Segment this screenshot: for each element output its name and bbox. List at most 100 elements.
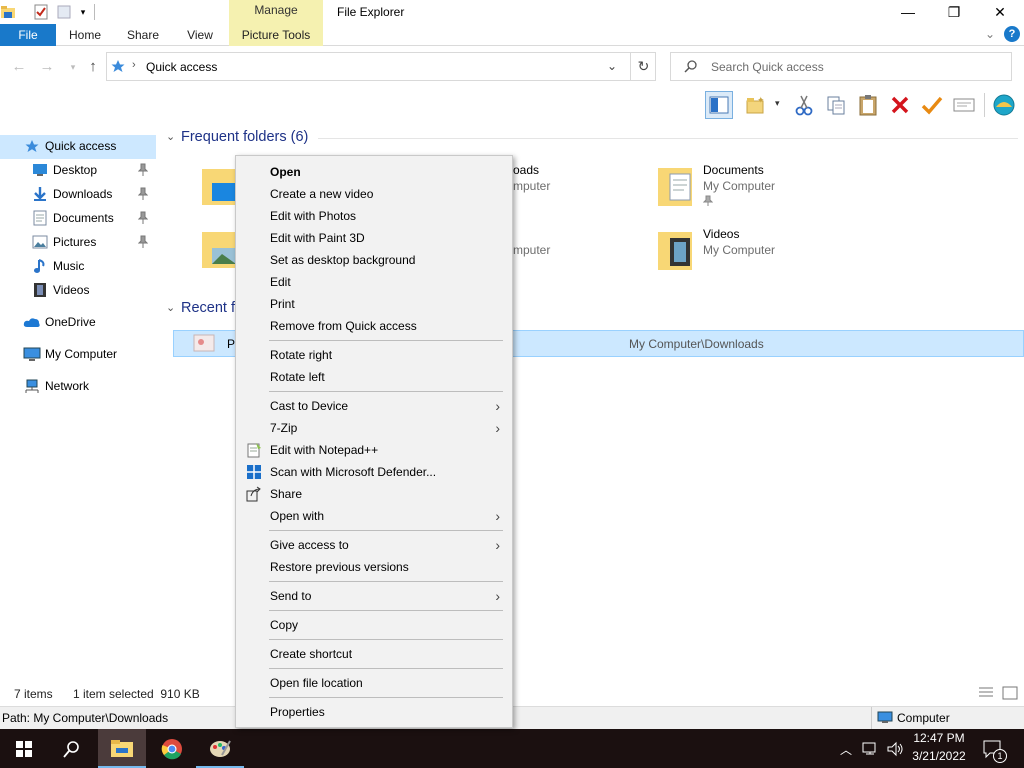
pin-icon[interactable] [138,235,148,249]
menu-item-rotate-right[interactable]: Rotate right [236,344,512,366]
tab-home[interactable]: Home [62,24,108,46]
network-tray-icon[interactable] [862,741,880,757]
nav-item-my-computer[interactable]: My Computer [0,343,156,365]
menu-item-edit-notepadpp[interactable]: Edit with Notepad++ [236,439,512,461]
chrome-icon[interactable] [148,729,196,768]
desktop-folder-icon[interactable] [202,165,238,207]
documents-folder-icon[interactable] [656,164,696,208]
clock-time[interactable]: 12:47 PM [910,731,968,745]
menu-item-label: Scan with Microsoft Defender... [270,465,437,479]
preview-pane-icon[interactable] [705,91,733,119]
collapse-recent-chevron-icon[interactable]: ⌄ [166,301,175,314]
help-icon[interactable]: ? [1004,26,1020,42]
videos-folder-icon[interactable] [656,228,696,272]
search-input[interactable]: Search Quick access [711,60,824,74]
nav-item-desktop[interactable]: Desktop [0,159,156,181]
back-arrow-icon[interactable]: ← [10,58,28,76]
delete-x-icon[interactable] [886,91,914,119]
header-rule [318,138,1018,139]
menu-item-remove-quick-access[interactable]: Remove from Quick access [236,315,512,337]
customize-dropdown-icon[interactable]: ▾ [75,4,91,20]
tab-view[interactable]: View [178,24,222,46]
folder-name-downloads-partial[interactable]: oads [513,163,539,177]
nav-item-onedrive[interactable]: OneDrive [0,311,156,333]
recent-files-header[interactable]: Recent f [181,300,235,316]
rename-check-icon[interactable] [918,91,946,119]
frequent-folders-header[interactable]: Frequent folders (6) [181,129,308,145]
menu-item-share[interactable]: Share [236,483,512,505]
show-hidden-icons-chevron-icon[interactable]: ︿ [840,741,852,758]
pin-icon[interactable] [138,211,148,225]
menu-item-open-file-location[interactable]: Open file location [236,672,512,694]
close-button[interactable]: ✕ [977,0,1023,24]
tab-picture-tools[interactable]: Picture Tools [229,24,323,46]
menu-item-scan-defender[interactable]: Scan with Microsoft Defender... [236,461,512,483]
menu-item-cast-to-device[interactable]: Cast to Device › [236,395,512,417]
menu-item-set-desktop-background[interactable]: Set as desktop background [236,249,512,271]
nav-item-music[interactable]: Music [0,255,156,277]
nav-quick-access[interactable]: Quick access [0,135,156,157]
menu-item-edit[interactable]: Edit [236,271,512,293]
menu-item-print[interactable]: Print [236,293,512,315]
file-explorer-taskbar-icon[interactable] [98,729,146,768]
pin-icon[interactable] [138,163,148,177]
address-dropdown-icon[interactable]: ⌄ [607,59,617,73]
pin-icon[interactable] [138,187,148,201]
details-view-icon[interactable] [978,686,994,700]
recent-locations-chevron-icon[interactable]: ▾ [64,58,82,76]
large-icons-view-icon[interactable] [1002,686,1018,700]
up-arrow-icon[interactable]: ↑ [84,58,102,76]
window-title: File Explorer [337,5,405,19]
tab-share[interactable]: Share [120,24,166,46]
nav-item-documents[interactable]: Documents [0,207,156,229]
folder-name-videos[interactable]: Videos [703,227,739,241]
menu-item-copy[interactable]: Copy [236,614,512,636]
forward-arrow-icon[interactable]: → [38,58,56,76]
volume-icon[interactable] [886,740,904,758]
shell-globe-icon[interactable] [990,91,1018,119]
clock-date[interactable]: 3/21/2022 [910,749,968,763]
tab-file[interactable]: File [0,24,56,46]
menu-item-send-to[interactable]: Send to › [236,585,512,607]
nav-item-pictures[interactable]: Pictures [0,231,156,253]
menu-item-restore-previous-versions[interactable]: Restore previous versions [236,556,512,578]
menu-item-rotate-left[interactable]: Rotate left [236,366,512,388]
menu-item-open[interactable]: Open [236,161,512,183]
menu-item-create-new-video[interactable]: Create a new video [236,183,512,205]
ribbon-expand-chevron-icon[interactable]: ⌄ [985,27,995,41]
menu-separator [269,340,503,341]
breadcrumb-chevron-icon[interactable]: › [132,59,136,71]
layout-dropdown-icon[interactable]: ▾ [775,98,780,109]
folder-name-documents[interactable]: Documents [703,163,764,177]
nav-item-videos[interactable]: Videos [0,279,156,301]
menu-item-open-with[interactable]: Open with › [236,505,512,527]
start-windows-icon[interactable] [0,729,48,768]
properties-card-icon[interactable] [950,91,978,119]
copy-icon[interactable] [822,91,850,119]
menu-item-7zip[interactable]: 7-Zip › [236,417,512,439]
maximize-button[interactable]: ❐ [931,0,977,24]
paint-icon[interactable] [196,729,244,768]
selection-info: 1 item selected 910 KB [73,687,200,701]
menu-item-edit-with-photos[interactable]: Edit with Photos [236,205,512,227]
menu-item-edit-with-paint-3d[interactable]: Edit with Paint 3D [236,227,512,249]
new-folder-toolbar-icon[interactable]: ✦ [742,91,770,119]
minimize-button[interactable]: — [885,0,931,24]
refresh-icon[interactable]: ↻ [630,52,656,81]
folder-app-icon[interactable] [0,4,16,20]
address-path[interactable]: Quick access [146,60,217,74]
cut-scissors-icon[interactable] [790,91,818,119]
menu-item-create-shortcut[interactable]: Create shortcut [236,643,512,665]
svg-text:✦: ✦ [757,95,765,105]
pictures-folder-icon[interactable] [202,228,238,270]
nav-item-network[interactable]: Network [0,375,156,397]
new-folder-icon[interactable] [56,4,72,20]
properties-check-icon[interactable] [33,4,49,20]
nav-item-downloads[interactable]: Downloads [0,183,156,205]
menu-item-properties[interactable]: Properties [236,701,512,723]
search-taskbar-icon[interactable] [48,729,96,768]
paste-clipboard-icon[interactable] [854,91,882,119]
collapse-frequent-chevron-icon[interactable]: ⌄ [166,130,175,143]
menu-item-label: Edit with Paint 3D [270,231,365,245]
menu-item-give-access-to[interactable]: Give access to › [236,534,512,556]
